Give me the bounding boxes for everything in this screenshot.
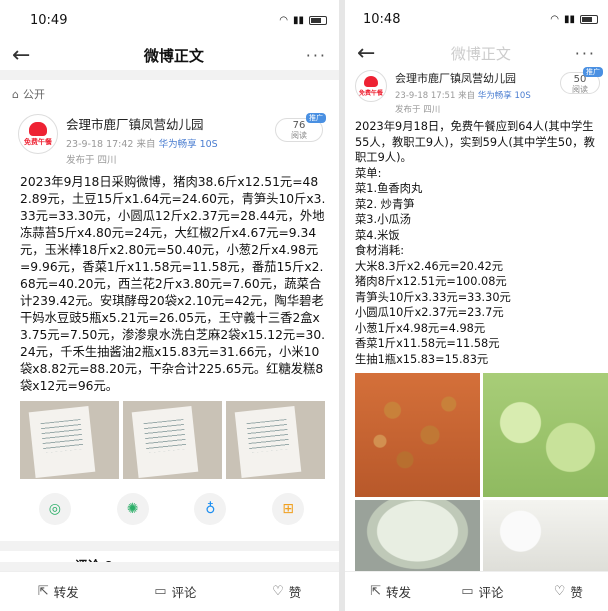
more-icon[interactable]: ··· [575,44,596,63]
post-body: 2023年9月18日，免费午餐应到64人(其中学生55人，教职工9人)，实到59… [345,115,608,367]
post-device[interactable]: 华为畅享 10S [478,91,531,101]
save-icon[interactable]: ⊞ [272,493,305,525]
stir-fried-lettuce-photo[interactable] [483,373,608,497]
read-count-badge[interactable]: 推广 76 阅读 [275,113,326,142]
signal-icon: ▮▮ [563,13,575,25]
receipt-image[interactable] [123,401,222,479]
page-title: 微博正文 [143,46,204,65]
receipt-image[interactable] [20,401,119,479]
read-label: 阅读 [291,131,307,140]
visibility-row: ⌂ 公开 [0,80,339,108]
image-grid [0,395,339,479]
qq-icon[interactable]: ♁ [194,493,227,525]
read-label: 阅读 [572,85,588,94]
post-date: 23-9-18 17:42 [66,139,134,150]
signal-icon: ▮▮ [292,14,304,26]
comment-button[interactable]: ▭ 评论 [154,582,196,601]
post-device[interactable]: 华为畅享 10S [159,139,218,150]
menu-item: 菜3.小瓜汤 [355,213,411,226]
comment-button[interactable]: ▭ 评论 [461,582,503,601]
bottom-action-bar: ⇱ 转发 ▭ 评论 ♡ 赞 [345,571,608,611]
repost-button[interactable]: ⇱ 转发 [370,582,411,601]
image-grid [345,367,608,578]
avatar-logo-text: 免费午餐 [358,89,383,97]
comment-icon: ▭ [461,584,474,599]
post-body: 2023年9月18日采购微博，猪肉38.6斤x12.51元=482.89元，土豆… [20,175,326,393]
right-screenshot: 10:48 ◠ ▮▮ ← 微博正文 ··· 免费午餐 会理市鹿厂镇凤营幼儿园 2… [345,0,608,611]
status-bar: 10:48 ◠ ▮▮ [345,0,608,38]
nav-bar: ← 微博正文 ··· [0,40,339,70]
repost-icon: ⇱ [37,584,49,599]
status-time: 10:48 [363,11,401,27]
rice-photo[interactable] [483,500,608,578]
more-icon[interactable]: ··· [306,46,327,65]
source-prefix: 来自 [458,91,476,101]
soup-photo[interactable] [355,500,480,578]
like-icon: ♡ [553,584,566,599]
meatballs-photo[interactable] [355,373,480,497]
menu-item: 菜1.鱼香肉丸 [355,182,423,195]
avatar-logo-text: 免费午餐 [24,137,52,146]
ingredient-line: 小葱1斤x4.98元=4.98元 [355,321,486,335]
ingredient-line: 大米8.3斤x2.46元=20.42元 [355,259,504,273]
repost-icon: ⇱ [370,584,381,599]
moments-icon[interactable]: ✺ [116,493,149,525]
page-title: 微博正文 [450,44,511,63]
comment-icon: ▭ [154,584,167,599]
share-row: ◎ ✺ ♁ ⊞ [0,479,339,525]
source-prefix: 来自 [136,139,156,150]
author-header: 免费午餐 会理市鹿厂镇凤营幼儿园 23-9-18 17:42 来自 华为畅享 1… [0,108,339,166]
status-bar: 10:49 ◠ ▮▮ [0,0,339,40]
status-time: 10:49 [30,12,68,28]
ingredient-line: 青笋头10斤x3.33元=33.30元 [355,290,511,304]
battery-icon [580,14,598,24]
post-location: 发布于 四川 [395,105,441,115]
menu-item: 菜4.米饭 [355,228,400,242]
avatar[interactable]: 免费午餐 [18,114,58,154]
wifi-icon: ◠ [550,13,559,25]
avatar[interactable]: 免费午餐 [355,70,387,102]
bottom-action-bar: ⇱ 转发 ▭ 评论 ♡ 赞 [0,571,339,611]
battery-icon [309,15,327,25]
lock-icon: ⌂ [12,87,19,101]
ingredient-line: 小圆瓜10斤x2.37元=23.7元 [355,306,504,319]
nav-bar: ← 微博正文 ··· [345,38,608,68]
post-location: 发布于 四川 [66,155,117,166]
like-icon: ♡ [272,584,284,599]
ingredient-line: 猪肉8斤x12.51元=100.08元 [355,275,507,288]
ingredient-heading: 食材消耗: [355,244,404,257]
menu-item: 菜2. 炒青笋 [355,197,415,211]
promote-tag[interactable]: 推广 [583,67,603,77]
ingredient-line: 香菜1斤x11.58元=11.58元 [355,337,500,350]
back-arrow-icon[interactable]: ← [12,43,42,68]
like-button[interactable]: ♡ 赞 [554,582,583,601]
left-screenshot: 10:49 ◠ ▮▮ ← 微博正文 ··· ⌂ 公开 免费午餐 会理市鹿厂镇凤营… [0,0,339,611]
menu-heading: 菜单: [355,166,382,180]
receipt-image[interactable] [226,401,325,479]
repost-button[interactable]: ⇱ 转发 [38,582,79,601]
visibility-label: 公开 [22,88,45,101]
back-arrow-icon[interactable]: ← [357,41,387,66]
like-button[interactable]: ♡ 赞 [272,582,301,601]
wechat-icon[interactable]: ◎ [38,493,71,525]
read-count-badge[interactable]: 推广 50 阅读 [560,67,603,94]
ingredient-line: 生抽1瓶x15.83=15.83元 [355,352,489,366]
summary-line: 2023年9月18日，免费午餐应到64人(其中学生55人，教职工9人)，实到59… [355,120,595,164]
promote-tag[interactable]: 推广 [306,113,326,123]
wifi-icon: ◠ [279,14,288,26]
post-date: 23-9-18 17:51 [395,91,456,101]
author-header: 免费午餐 会理市鹿厂镇凤营幼儿园 23-9-18 17:51 来自 华为畅享 1… [345,67,608,115]
